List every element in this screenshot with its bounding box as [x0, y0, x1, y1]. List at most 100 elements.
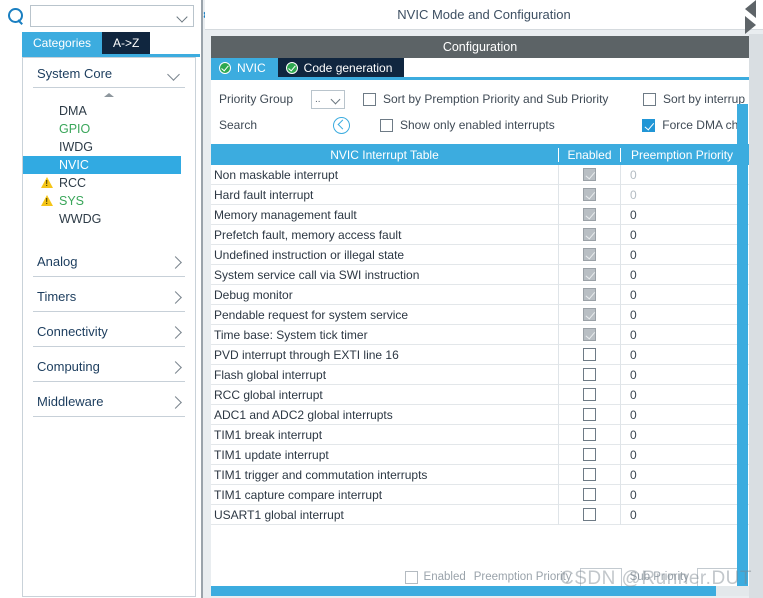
tree-group-system-core[interactable]: System Core	[23, 58, 195, 87]
sidebar-category-timers[interactable]: Timers	[23, 277, 195, 311]
tab-categories[interactable]: Categories	[22, 32, 103, 54]
interrupt-enabled-cell[interactable]	[558, 464, 620, 485]
table-row[interactable]: System service call via SWI instruction 0	[211, 264, 749, 285]
enabled-checkbox[interactable]	[583, 188, 596, 201]
enabled-checkbox[interactable]	[583, 308, 596, 321]
sidebar-item-iwdg[interactable]: IWDG	[23, 138, 195, 156]
enabled-checkbox[interactable]	[583, 448, 596, 461]
vertical-scrollbar-thumb[interactable]	[737, 104, 748, 594]
tab-code-generation[interactable]: Code generation	[277, 58, 405, 77]
chevron-down-icon[interactable]	[177, 10, 189, 22]
enabled-checkbox[interactable]	[583, 288, 596, 301]
enabled-checkbox[interactable]	[583, 228, 596, 241]
chevron-right-icon[interactable]	[171, 362, 181, 372]
chevron-right-icon[interactable]	[171, 257, 181, 267]
horizontal-scrollbar[interactable]	[211, 586, 749, 596]
horizontal-scrollbar-thumb[interactable]	[211, 586, 716, 596]
table-row[interactable]: Pendable request for system service 0	[211, 304, 749, 325]
enabled-checkbox[interactable]	[583, 428, 596, 441]
table-row[interactable]: Undefined instruction or illegal state 0	[211, 244, 749, 265]
preemption-priority-cell[interactable]: 0	[620, 464, 749, 485]
arrow-right-icon[interactable]	[745, 16, 756, 34]
vertical-scrollbar[interactable]	[737, 104, 748, 594]
chevron-right-icon[interactable]	[171, 397, 181, 407]
enabled-checkbox[interactable]	[583, 348, 596, 361]
interrupt-enabled-cell[interactable]	[558, 324, 620, 345]
search-back-icon[interactable]	[333, 116, 350, 134]
interrupt-enabled-cell[interactable]	[558, 244, 620, 265]
interrupt-enabled-cell[interactable]	[558, 264, 620, 285]
preemption-priority-cell[interactable]: 0	[620, 164, 749, 185]
preemption-priority-cell[interactable]: 0	[620, 424, 749, 445]
footer-preemption-input[interactable]	[579, 567, 622, 587]
interrupt-enabled-cell[interactable]	[558, 344, 620, 365]
enabled-checkbox[interactable]	[583, 368, 596, 381]
preemption-priority-cell[interactable]: 0	[620, 204, 749, 225]
chevron-right-icon[interactable]	[171, 327, 181, 337]
show-only-enabled-checkbox[interactable]	[380, 118, 393, 132]
footer-enabled-row[interactable]: Enabled	[404, 570, 466, 584]
interrupt-enabled-cell[interactable]	[558, 204, 620, 225]
table-row[interactable]: RCC global interrupt 0	[211, 384, 749, 405]
table-row[interactable]: PVD interrupt through EXTI line 16 0	[211, 344, 749, 365]
table-row[interactable]: TIM1 break interrupt 0	[211, 424, 749, 445]
sort-premption-checkbox-row[interactable]: Sort by Premption Priority and Sub Prior…	[363, 92, 608, 106]
preemption-priority-cell[interactable]: 0	[620, 284, 749, 305]
sidebar-category-analog[interactable]: Analog	[23, 242, 195, 276]
table-row[interactable]: TIM1 update interrupt 0	[211, 444, 749, 465]
sidebar-item-wwdg[interactable]: WWDG	[23, 210, 195, 228]
enabled-checkbox[interactable]	[583, 208, 596, 221]
preemption-priority-cell[interactable]: 0	[620, 184, 749, 205]
interrupt-enabled-cell[interactable]	[558, 504, 620, 525]
interrupt-enabled-cell[interactable]	[558, 184, 620, 205]
enabled-checkbox[interactable]	[583, 268, 596, 281]
tree-splitter-handle[interactable]	[23, 88, 195, 102]
preemption-priority-cell[interactable]: 0	[620, 484, 749, 505]
table-row[interactable]: Flash global interrupt 0	[211, 364, 749, 385]
preemption-priority-cell[interactable]: 0	[620, 504, 749, 525]
sidebar-category-connectivity[interactable]: Connectivity	[23, 312, 195, 346]
enabled-checkbox[interactable]	[583, 508, 596, 521]
footer-sub-priority-input[interactable]	[697, 567, 739, 587]
interrupt-enabled-cell[interactable]	[558, 284, 620, 305]
interrupt-enabled-cell[interactable]	[558, 444, 620, 465]
tab-nvic[interactable]: NVIC	[211, 58, 278, 77]
interrupt-enabled-cell[interactable]	[558, 364, 620, 385]
table-row[interactable]: TIM1 capture compare interrupt 0	[211, 484, 749, 505]
priority-group-select[interactable]: ..	[311, 89, 345, 109]
preemption-priority-cell[interactable]: 0	[620, 384, 749, 405]
preemption-priority-cell[interactable]: 0	[620, 444, 749, 465]
table-row[interactable]: Hard fault interrupt 0	[211, 184, 749, 205]
sidebar-category-middleware[interactable]: Middleware	[23, 382, 195, 416]
preemption-priority-cell[interactable]: 0	[620, 324, 749, 345]
table-row[interactable]: TIM1 trigger and commutation interrupts 0	[211, 464, 749, 485]
search-input[interactable]	[35, 9, 177, 22]
force-dma-checkbox[interactable]	[642, 118, 656, 132]
interrupt-enabled-cell[interactable]	[558, 164, 620, 185]
sidebar-category-computing[interactable]: Computing	[23, 347, 195, 381]
preemption-priority-cell[interactable]: 0	[620, 224, 749, 245]
sidebar-item-gpio[interactable]: GPIO	[23, 120, 195, 138]
preemption-priority-cell[interactable]: 0	[620, 344, 749, 365]
sidebar-item-rcc[interactable]: RCC	[23, 174, 195, 192]
chevron-down-icon[interactable]	[168, 70, 181, 78]
preemption-priority-cell[interactable]: 0	[620, 264, 749, 285]
enabled-checkbox[interactable]	[583, 248, 596, 261]
enabled-checkbox[interactable]	[583, 328, 596, 341]
enabled-checkbox[interactable]	[583, 468, 596, 481]
search-combo[interactable]	[30, 4, 194, 27]
footer-enabled-checkbox[interactable]	[404, 570, 418, 584]
preemption-priority-cell[interactable]: 0	[620, 364, 749, 385]
enabled-checkbox[interactable]	[583, 408, 596, 421]
table-row[interactable]: Debug monitor 0	[211, 284, 749, 305]
panel-collapse-arrows[interactable]	[741, 0, 763, 34]
enabled-checkbox[interactable]	[583, 488, 596, 501]
sort-premption-checkbox[interactable]	[363, 92, 376, 106]
interrupt-enabled-cell[interactable]	[558, 404, 620, 425]
show-only-enabled-checkbox-row[interactable]: Show only enabled interrupts	[380, 118, 555, 132]
sidebar-item-nvic[interactable]: NVIC	[23, 156, 181, 174]
enabled-checkbox[interactable]	[583, 168, 596, 181]
table-row[interactable]: Non maskable interrupt 0	[211, 164, 749, 185]
sidebar-item-sys[interactable]: SYS	[23, 192, 195, 210]
preemption-priority-cell[interactable]: 0	[620, 304, 749, 325]
